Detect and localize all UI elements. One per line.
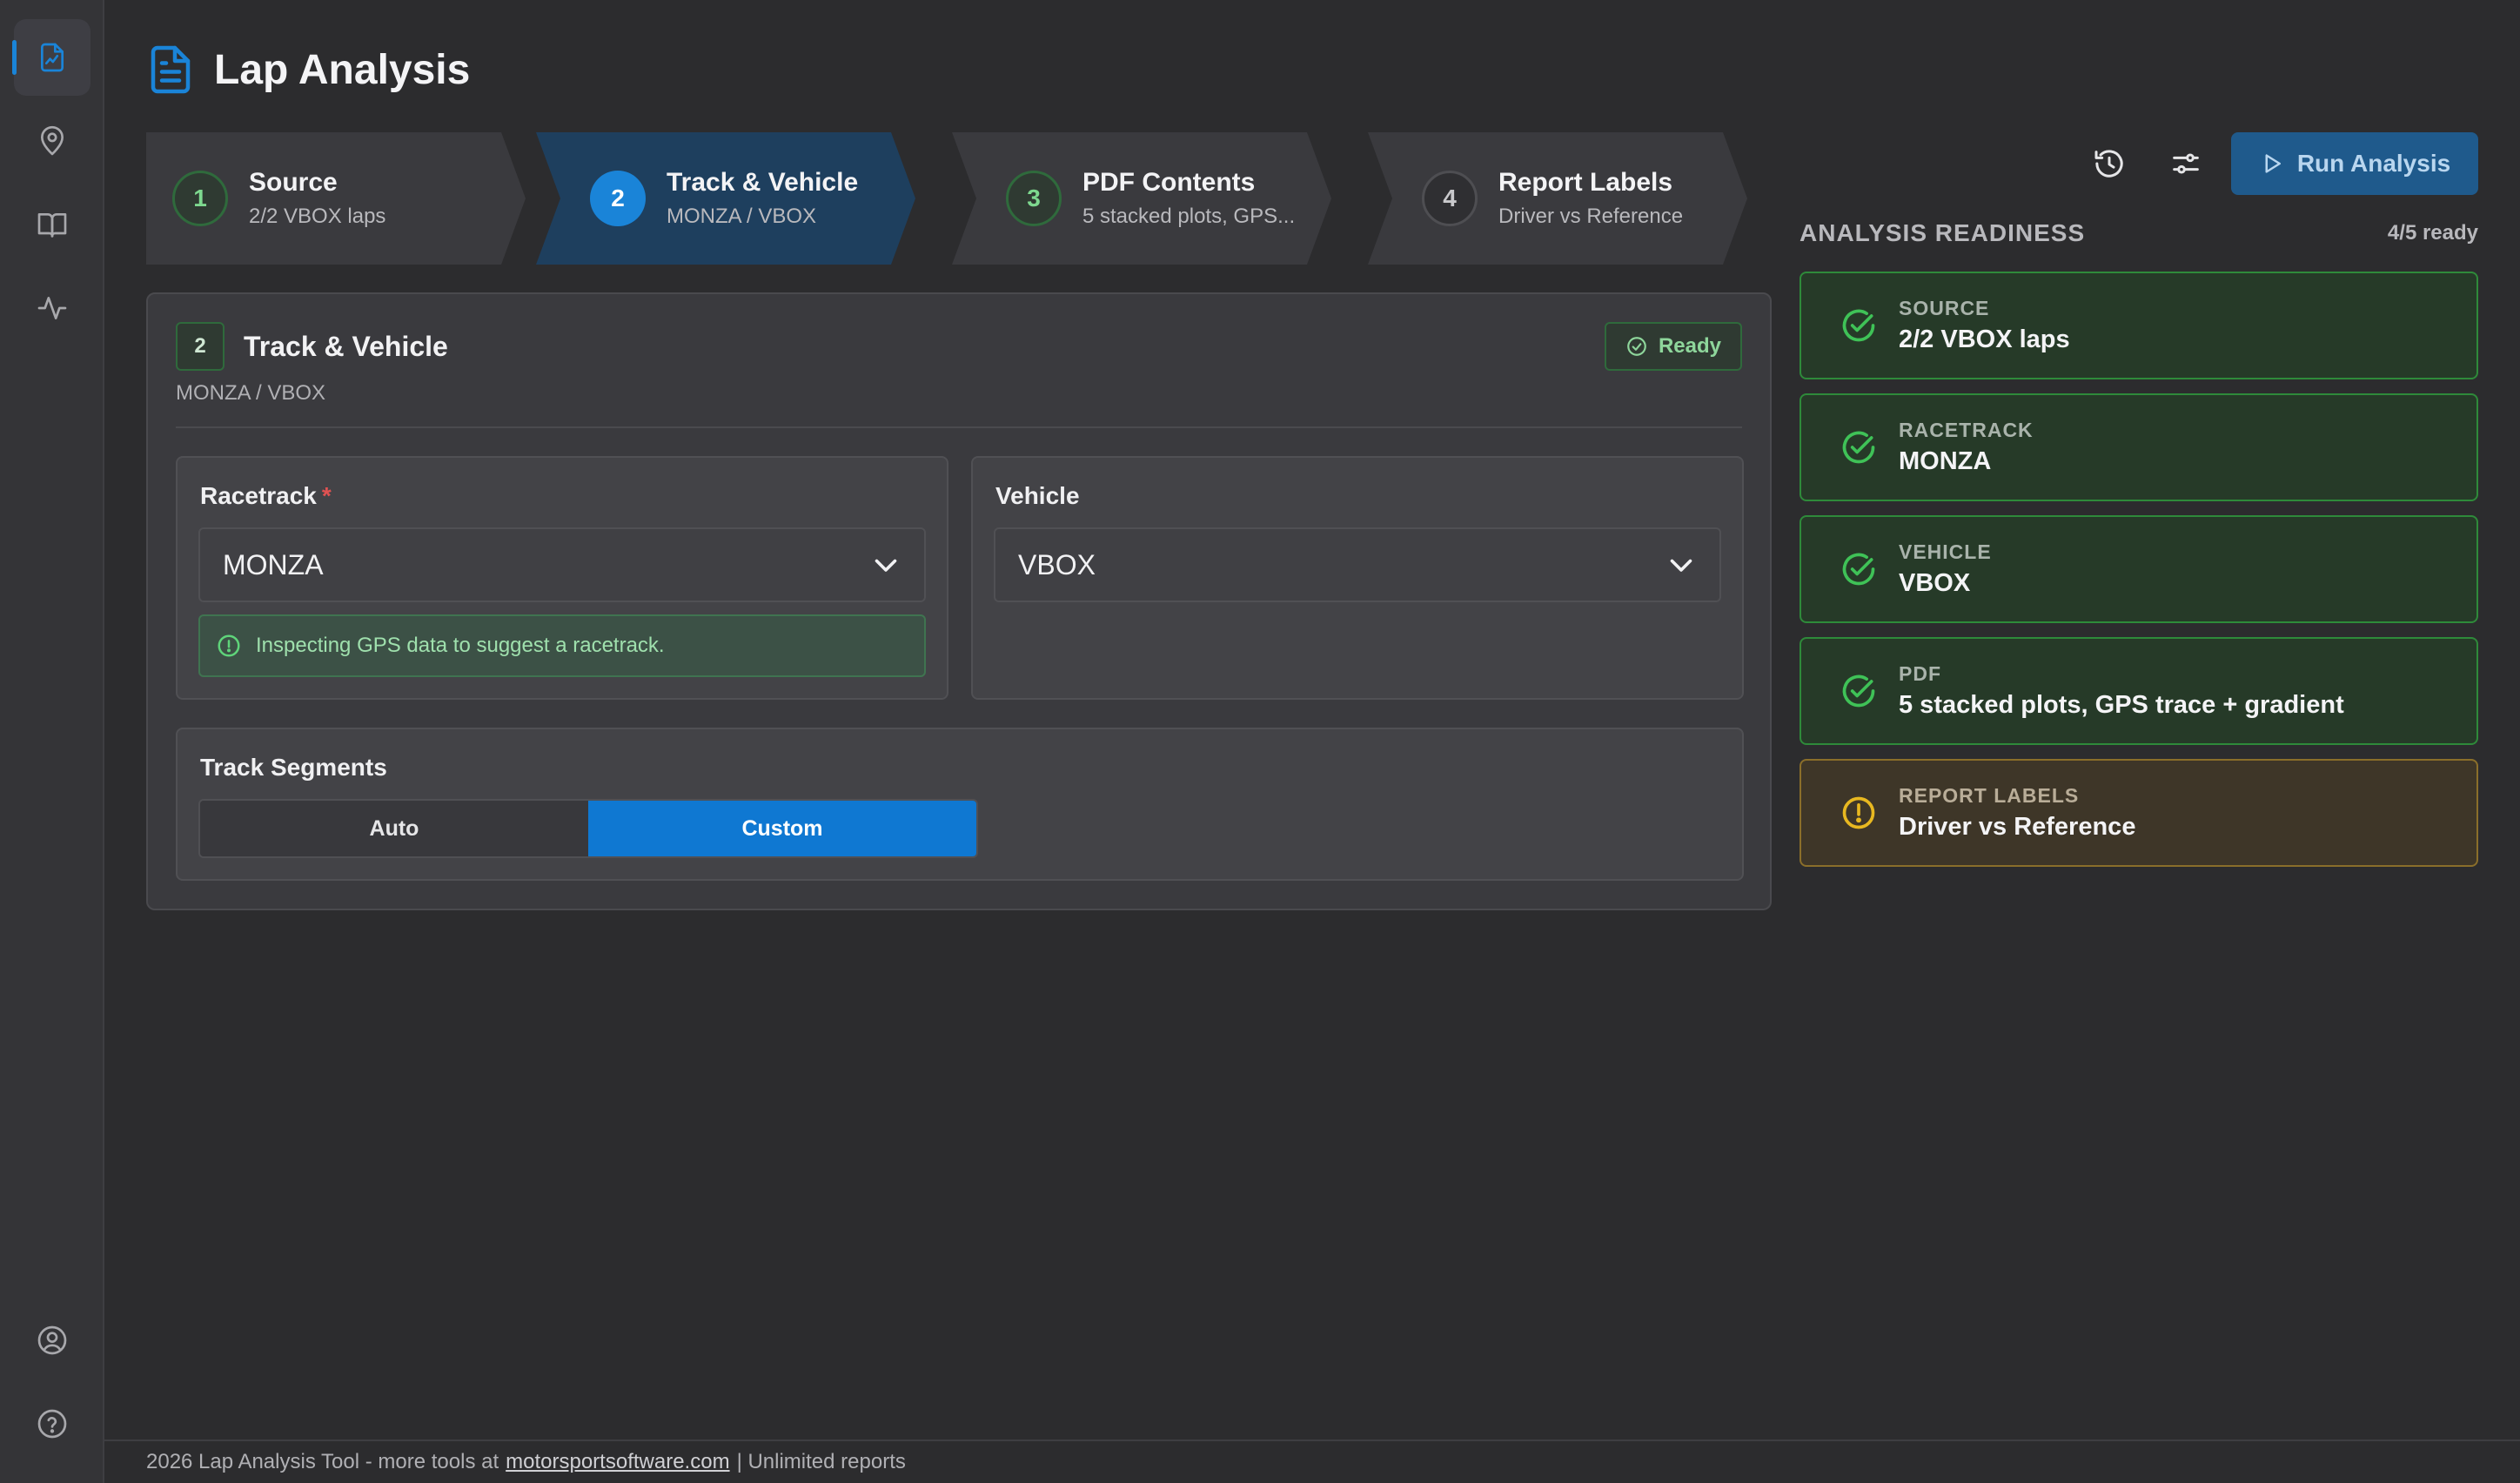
step-title: Track & Vehicle xyxy=(667,168,859,197)
file-text-icon xyxy=(151,45,191,94)
sidebar xyxy=(0,0,104,1483)
racetrack-label: Racetrack * xyxy=(200,482,332,509)
vehicle-select[interactable]: VBOX xyxy=(994,527,1721,602)
racetrack-field: Racetrack * MONZA Inspecting GPS data to … xyxy=(176,456,948,700)
readiness-item-value: VBOX xyxy=(1899,569,1971,597)
divider xyxy=(176,426,1742,428)
readiness-item-value: Driver vs Reference xyxy=(1899,813,2136,841)
sidebar-item-docs[interactable] xyxy=(14,186,90,263)
readiness-item-value: 2/2 VBOX laps xyxy=(1899,325,2070,353)
track-segments-toggle: Auto Custom xyxy=(198,799,978,858)
segment-option-auto[interactable]: Auto xyxy=(200,801,588,856)
step-subtitle: 5 stacked plots, GPS... xyxy=(1082,205,1296,228)
card-step-number: 2 xyxy=(176,322,225,371)
track-vehicle-card: 2 Track & Vehicle MONZA / VBOX Ready Rac… xyxy=(146,292,1772,910)
step-report-labels[interactable]: 4 Report Labels Driver vs Reference xyxy=(1368,132,1747,265)
racetrack-hint-text: Inspecting GPS data to suggest a racetra… xyxy=(256,634,665,657)
alert-circle-icon xyxy=(1842,796,1875,829)
status-badge-label: Ready xyxy=(1658,334,1721,358)
card-title: Track & Vehicle xyxy=(244,330,448,362)
sidebar-item-help[interactable] xyxy=(14,1386,90,1462)
segment-option-custom[interactable]: Custom xyxy=(588,801,976,856)
track-segments-field: Track Segments Auto Custom xyxy=(176,728,1744,881)
sidebar-item-telemetry[interactable] xyxy=(14,270,90,346)
sidebar-item-account[interactable] xyxy=(14,1302,90,1379)
step-number: 3 xyxy=(1006,171,1062,226)
chevron-down-icon xyxy=(1670,559,1692,572)
readiness-item-value: 5 stacked plots, GPS trace + gradient xyxy=(1899,691,2344,719)
racetrack-hint: Inspecting GPS data to suggest a racetra… xyxy=(198,614,926,677)
check-circle-icon xyxy=(1842,309,1875,342)
footer: 2026 Lap Analysis Tool - more tools at m… xyxy=(104,1439,2520,1483)
check-circle-icon xyxy=(1842,553,1875,586)
footer-link[interactable]: motorsportsoftware.com xyxy=(506,1450,729,1474)
step-subtitle: Driver vs Reference xyxy=(1498,205,1684,228)
card-subtitle: MONZA / VBOX xyxy=(176,381,326,405)
check-circle-icon xyxy=(1842,674,1875,708)
step-title: PDF Contents xyxy=(1082,168,1256,197)
run-analysis-button[interactable]: Run Analysis xyxy=(2231,132,2478,195)
readiness-item-label: RACETRACK xyxy=(1899,419,2034,441)
vehicle-label: Vehicle xyxy=(995,482,1080,509)
step-subtitle: MONZA / VBOX xyxy=(667,205,817,228)
settings-button[interactable] xyxy=(2165,143,2207,185)
help-circle-icon xyxy=(37,1409,67,1439)
readiness-item-value: MONZA xyxy=(1899,447,1992,475)
footer-suffix: | Unlimited reports xyxy=(736,1450,906,1473)
sidebar-item-report[interactable] xyxy=(12,19,90,96)
step-number: 2 xyxy=(590,171,646,226)
chevron-down-icon xyxy=(875,559,897,572)
step-title: Source xyxy=(249,168,338,197)
check-circle-icon xyxy=(1627,337,1646,356)
vehicle-value: VBOX xyxy=(1018,548,1096,580)
play-icon xyxy=(2265,154,2281,173)
history-button[interactable] xyxy=(2088,143,2130,185)
sliders-icon xyxy=(2173,153,2199,174)
activity-icon xyxy=(37,297,67,319)
book-icon xyxy=(37,213,67,238)
required-mark: * xyxy=(321,482,332,509)
stepper: 1 Source 2/2 VBOX laps 2 Track & Vehicle… xyxy=(146,132,1782,265)
step-number: 1 xyxy=(172,171,228,226)
step-pdf-contents[interactable]: 3 PDF Contents 5 stacked plots, GPS... xyxy=(952,132,1331,265)
readiness-title: ANALYSIS READINESS xyxy=(1800,219,2086,246)
racetrack-value: MONZA xyxy=(223,548,324,580)
vehicle-field: Vehicle VBOX xyxy=(971,456,1744,700)
page-title: Lap Analysis xyxy=(214,46,471,93)
readiness-item-label: PDF xyxy=(1899,662,1941,685)
map-pin-icon xyxy=(41,125,64,156)
racetrack-select[interactable]: MONZA xyxy=(198,527,926,602)
readiness-count: 4/5 ready xyxy=(2387,221,2478,245)
sidebar-item-tracks[interactable] xyxy=(14,103,90,179)
readiness-item-racetrack[interactable]: RACETRACK MONZA xyxy=(1800,393,2478,501)
info-circle-icon xyxy=(218,634,240,657)
history-icon xyxy=(2094,150,2123,178)
step-track-vehicle[interactable]: 2 Track & Vehicle MONZA / VBOX xyxy=(536,132,915,265)
step-subtitle: 2/2 VBOX laps xyxy=(249,205,386,228)
readiness-item-label: REPORT LABELS xyxy=(1899,784,2080,807)
step-title: Report Labels xyxy=(1498,168,1673,197)
user-circle-icon xyxy=(37,1325,67,1355)
check-circle-icon xyxy=(1842,431,1875,464)
page-header: Lap Analysis xyxy=(148,44,470,96)
footer-prefix: 2026 Lap Analysis Tool - more tools at xyxy=(146,1450,499,1473)
step-source[interactable]: 1 Source 2/2 VBOX laps xyxy=(146,132,526,265)
readiness-item-source[interactable]: SOURCE 2/2 VBOX laps xyxy=(1800,272,2478,379)
readiness-item-vehicle[interactable]: VEHICLE VBOX xyxy=(1800,515,2478,623)
readiness-item-pdf[interactable]: PDF 5 stacked plots, GPS trace + gradien… xyxy=(1800,637,2478,745)
run-analysis-label: Run Analysis xyxy=(2296,150,2451,177)
step-number: 4 xyxy=(1422,171,1478,226)
track-segments-label: Track Segments xyxy=(200,754,387,781)
file-chart-icon xyxy=(41,43,64,72)
status-badge: Ready xyxy=(1604,322,1742,371)
readiness-item-label: VEHICLE xyxy=(1899,540,1992,563)
readiness-item-label: SOURCE xyxy=(1899,297,1990,319)
readiness-item-report-labels[interactable]: REPORT LABELS Driver vs Reference xyxy=(1800,759,2478,867)
